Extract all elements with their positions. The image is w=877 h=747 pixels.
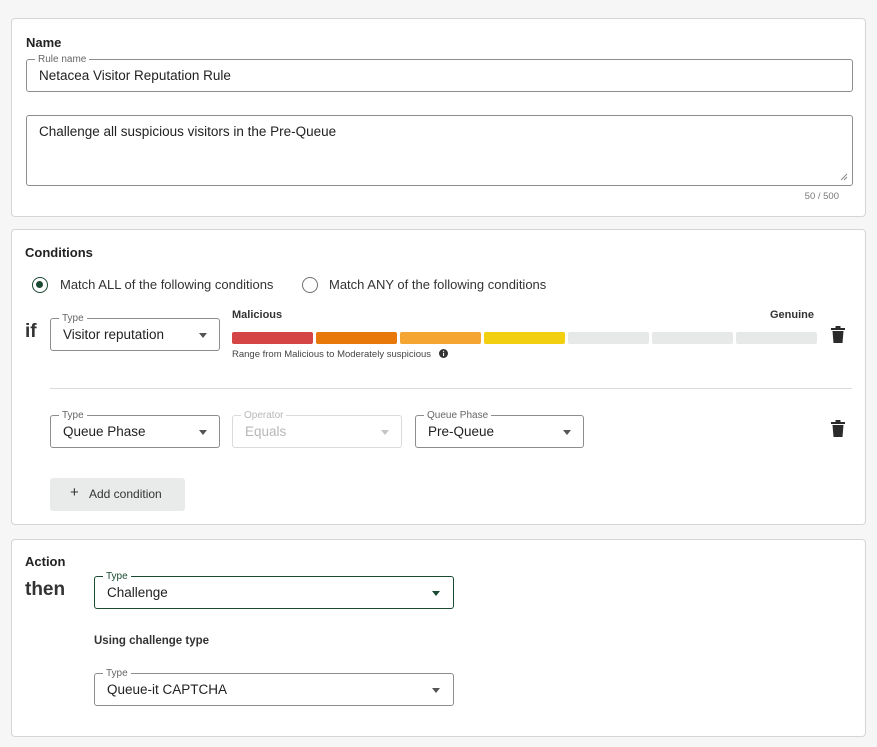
condition2-operator-value: Equals [245, 424, 287, 439]
action-type-select[interactable]: Type Challenge [94, 571, 454, 609]
resize-handle-icon[interactable] [840, 173, 848, 181]
conditions-title: Conditions [25, 245, 93, 260]
plus-icon: + [70, 484, 79, 501]
condition2-type-value: Queue Phase [63, 424, 146, 439]
conditions-divider [50, 388, 852, 389]
condition2-phase-value: Pre-Queue [428, 424, 495, 439]
chevron-down-icon [199, 430, 207, 435]
range-caption-text: Range from Malicious to Moderately suspi… [232, 349, 432, 360]
reputation-segment[interactable] [652, 332, 733, 344]
char-count: 50 / 500 [804, 191, 839, 202]
chevron-down-icon [381, 430, 389, 435]
info-icon[interactable] [438, 349, 448, 358]
condition1-type-legend: Type [59, 313, 87, 324]
condition2-phase-legend: Queue Phase [424, 410, 492, 421]
reputation-segment[interactable] [736, 332, 817, 344]
match-any-radio[interactable] [302, 277, 318, 293]
reputation-segment[interactable] [232, 332, 313, 344]
reputation-segment[interactable] [316, 332, 397, 344]
challenge-type-value: Queue-it CAPTCHA [107, 682, 228, 697]
reputation-segment[interactable] [400, 332, 481, 344]
reputation-segment[interactable] [484, 332, 565, 344]
reputation-segment[interactable] [568, 332, 649, 344]
name-card: Name Rule name Netacea Visitor Reputatio… [11, 18, 866, 217]
challenge-type-heading: Using challenge type [94, 635, 210, 647]
action-type-value: Challenge [107, 585, 168, 600]
chevron-down-icon [432, 591, 440, 596]
challenge-type-select[interactable]: Type Queue-it CAPTCHA [94, 668, 454, 706]
name-section-title: Name [26, 35, 62, 50]
action-title: Action [25, 554, 66, 569]
condition1-type-value: Visitor reputation [63, 327, 165, 342]
delete-condition1-icon[interactable] [831, 326, 845, 343]
description-value: Challenge all suspicious visitors in the… [39, 124, 337, 139]
rule-name-field[interactable]: Rule name Netacea Visitor Reputation Rul… [26, 54, 853, 92]
add-condition-label: Add condition [89, 487, 162, 501]
rule-name-value: Netacea Visitor Reputation Rule [39, 68, 231, 83]
add-condition-button[interactable]: + Add condition [50, 478, 185, 511]
reputation-scale-left: Malicious [232, 309, 283, 321]
condition2-type-legend: Type [59, 410, 87, 421]
if-label: if [25, 321, 37, 342]
description-textarea[interactable]: Challenge all suspicious visitors in the… [26, 115, 853, 186]
delete-condition2-icon[interactable] [831, 420, 845, 437]
reputation-scale-right: Genuine [770, 309, 815, 321]
match-all-label[interactable]: Match ALL of the following conditions [60, 277, 273, 292]
challenge-type-legend: Type [103, 668, 131, 679]
chevron-down-icon [432, 688, 440, 693]
condition2-operator-legend: Operator [241, 410, 287, 421]
condition2-phase-select[interactable]: Queue Phase Pre-Queue [415, 410, 584, 448]
chevron-down-icon [199, 333, 207, 338]
then-label: then [25, 579, 66, 600]
rule-name-legend: Rule name [35, 54, 90, 65]
condition2-operator-select: Operator Equals [232, 410, 402, 448]
condition2-type-select[interactable]: Type Queue Phase [50, 410, 220, 448]
chevron-down-icon [563, 430, 571, 435]
condition1-type-select[interactable]: Type Visitor reputation [50, 313, 220, 351]
action-type-legend: Type [103, 571, 131, 582]
match-any-label[interactable]: Match ANY of the following conditions [329, 277, 546, 292]
match-all-radio[interactable] [32, 277, 48, 293]
range-caption: Range from Malicious to Moderately suspi… [232, 349, 448, 360]
